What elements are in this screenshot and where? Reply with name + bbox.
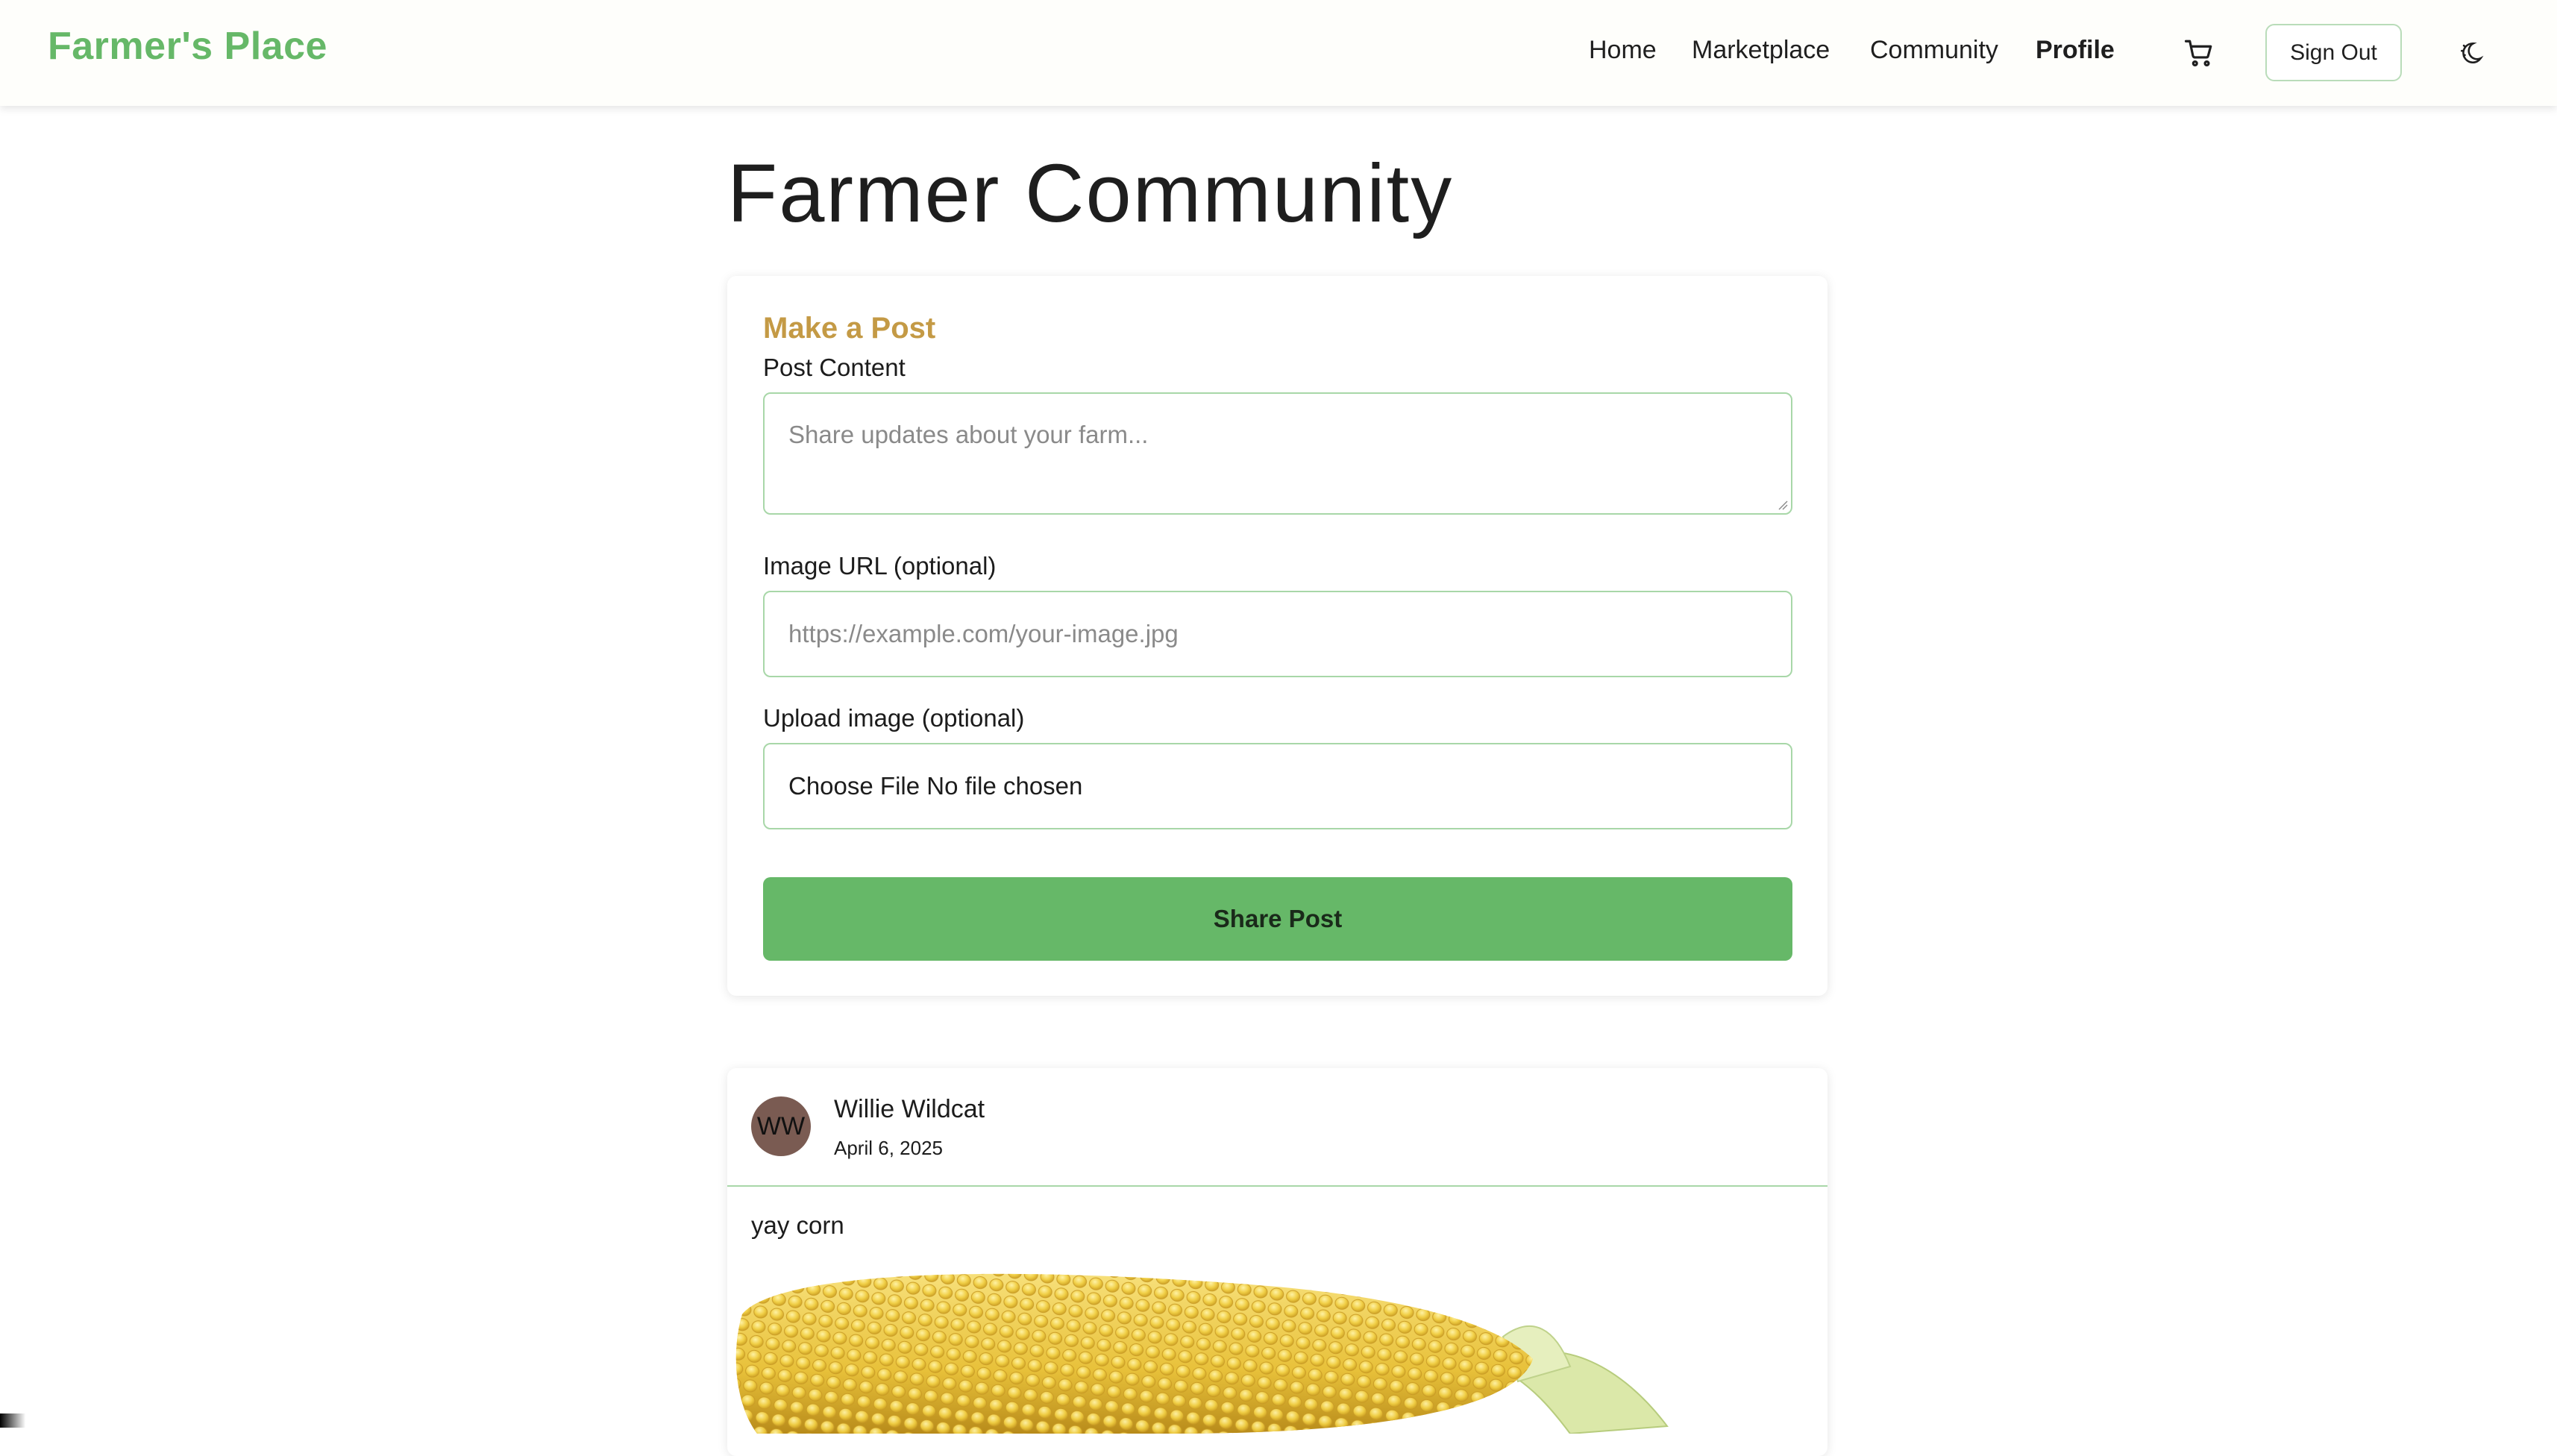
post-card: WW Willie Wildcat April 6, 2025 yay corn xyxy=(727,1068,1827,1456)
make-post-heading: Make a Post xyxy=(763,312,936,345)
sign-out-button[interactable]: Sign Out xyxy=(2265,24,2402,81)
shopping-cart-icon[interactable] xyxy=(2183,37,2215,69)
resize-grip-icon[interactable] xyxy=(1778,500,1788,510)
upload-image-label: Upload image (optional) xyxy=(763,704,1025,732)
post-content-textarea[interactable] xyxy=(763,392,1792,515)
file-input-text: Choose File No file chosen xyxy=(788,772,1083,800)
page-title: Farmer Community xyxy=(727,148,1454,239)
nav-community-link[interactable]: Community xyxy=(1870,36,1998,65)
make-post-card: Make a Post Post Content Image URL (opti… xyxy=(727,276,1827,996)
top-navbar: Farmer's Place Home Marketplace Communit… xyxy=(0,0,2557,106)
image-url-input[interactable] xyxy=(763,591,1792,677)
corn-cob-image xyxy=(735,1273,1669,1434)
nav-marketplace-link[interactable]: Marketplace xyxy=(1692,36,1830,65)
share-post-button[interactable]: Share Post xyxy=(763,877,1792,961)
avatar[interactable]: WW xyxy=(751,1096,811,1156)
post-content-label: Post Content xyxy=(763,354,906,381)
post-text: yay corn xyxy=(751,1211,844,1239)
nav-home-link[interactable]: Home xyxy=(1589,36,1657,65)
theme-toggle-icon[interactable] xyxy=(2459,40,2484,66)
brand-logo[interactable]: Farmer's Place xyxy=(48,24,327,69)
upload-image-file-input[interactable]: Choose File No file chosen xyxy=(763,743,1792,829)
post-date: April 6, 2025 xyxy=(834,1137,943,1159)
image-url-label: Image URL (optional) xyxy=(763,552,997,580)
post-divider xyxy=(727,1185,1827,1187)
nav-profile-link[interactable]: Profile xyxy=(2036,36,2115,65)
post-author-name[interactable]: Willie Wildcat xyxy=(834,1095,985,1124)
